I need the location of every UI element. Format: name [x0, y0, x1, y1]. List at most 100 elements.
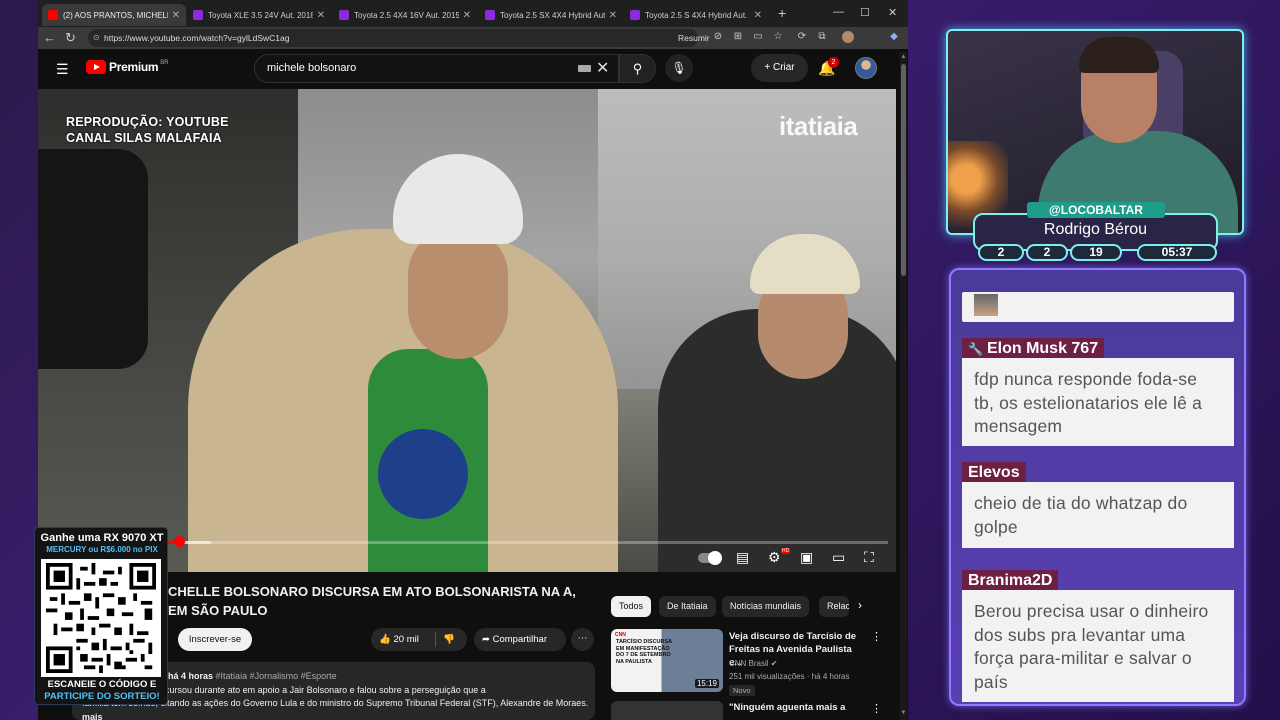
chip-todos[interactable]: Todos	[611, 596, 652, 617]
new-tab-icon[interactable]: +	[778, 5, 786, 21]
tab-youtube[interactable]: (2) AOS PRANTOS, MICHELLE BOLSONARO ✕	[42, 4, 186, 26]
install-icon[interactable]: ▭	[752, 31, 764, 43]
scroll-down-icon[interactable]: ▼	[900, 710, 907, 716]
share-icon: ➦	[482, 634, 490, 645]
page-scrollbar[interactable]: ▲ ▼	[900, 52, 907, 720]
sync-icon[interactable]: ⟳	[796, 31, 808, 43]
subscribe-button[interactable]: Inscrever-se	[178, 628, 252, 651]
qr-code	[41, 559, 161, 677]
like-button[interactable]: 👍 20 mil	[379, 628, 419, 651]
close-tab-icon[interactable]: ✕	[172, 10, 180, 21]
chat-message: fdp nunca responde foda-se tb, os esteli…	[962, 358, 1234, 446]
scroll-up-icon[interactable]: ▲	[900, 54, 907, 60]
share-button[interactable]: ➦ Compartilhar	[474, 628, 566, 651]
chat-panel: 🔧 Elon Musk 767 fdp nunca responde foda-s…	[949, 268, 1246, 706]
youtube-play-icon	[86, 60, 106, 74]
giveaway-overlay: Ganhe uma RX 9070 XT MERCURY ou R$6.000 …	[34, 527, 168, 705]
account-avatar[interactable]	[855, 57, 877, 79]
minimize-icon[interactable]: —	[833, 6, 844, 18]
show-more-link[interactable]: mais	[82, 711, 585, 720]
youtube-logo[interactable]: Premium BR	[86, 60, 169, 74]
translate-icon[interactable]: ⊘	[712, 31, 724, 43]
share-label: Compartilhar	[492, 634, 547, 645]
fullscreen-icon[interactable]: ⛶	[864, 549, 874, 566]
subtitles-icon[interactable]: ▤	[736, 549, 749, 566]
bookmark-star-icon[interactable]: ☆	[772, 31, 784, 43]
apps-icon[interactable]: ⊞	[732, 31, 744, 43]
reload-icon[interactable]: ↻	[65, 30, 76, 46]
related-video-thumbnail[interactable]	[611, 701, 723, 720]
scrollbar-thumb[interactable]	[901, 64, 906, 276]
theater-mode-icon[interactable]: ▭	[832, 549, 845, 566]
youtube-header: ☰ Premium BR michele bolsonaro ✕ ⚲ 🎙 + C…	[38, 49, 900, 89]
clear-search-icon[interactable]: ✕	[596, 58, 609, 78]
tab-toyota-1[interactable]: Toyota XLE 3.5 24V Aut. 2018 - 14 ✕	[187, 4, 331, 26]
stat-badge-1: 2	[978, 244, 1024, 261]
copilot-icon[interactable]: ◆	[888, 31, 900, 43]
giveaway-headline: Ganhe uma RX 9070 XT	[40, 532, 164, 544]
search-button[interactable]: ⚲	[619, 54, 656, 83]
like-count: 20 mil	[393, 634, 419, 645]
chip-relacionados[interactable]: Relac	[819, 596, 849, 617]
chat-message-partial	[962, 292, 1234, 322]
close-tab-icon[interactable]: ✕	[609, 10, 617, 21]
close-tab-icon[interactable]: ✕	[463, 10, 471, 21]
keyboard-icon[interactable]	[578, 65, 591, 72]
tab-bar: (2) AOS PRANTOS, MICHELLE BOLSONARO ✕ To…	[38, 0, 908, 27]
back-icon[interactable]: ←	[43, 30, 56, 45]
site-info-icon[interactable]: ⊙	[93, 29, 100, 47]
profile-icon[interactable]	[842, 31, 854, 43]
progress-bar[interactable]	[168, 541, 888, 544]
menu-icon[interactable]: ☰	[56, 61, 69, 78]
video-player[interactable]: REPRODUÇÃO: YOUTUBE CANAL SILAS MALAFAIA…	[38, 89, 896, 572]
related-video-thumbnail[interactable]: CNN TARCÍSIO DISCURSA EM MANIFESTAÇÃO DO…	[611, 629, 723, 692]
hashtags[interactable]: #Itatiaia #Jornalismo #Esporte	[216, 671, 337, 681]
related-video-stats: 251 mil visualizações · há 4 horas	[729, 672, 850, 681]
autoplay-toggle[interactable]	[698, 551, 722, 565]
video-options-icon[interactable]: ⋮	[871, 702, 882, 715]
related-video-title[interactable]: "Ninguém aguenta mais a	[729, 702, 869, 713]
tab-toyota-4[interactable]: Toyota 2.5 S 4X4 Hybrid Aut. 2019 ✕	[624, 4, 768, 26]
chip-de-itatiaia[interactable]: De Itatiaia	[659, 596, 716, 617]
chat-username-text: Elon Musk 767	[986, 340, 1099, 357]
voice-search-button[interactable]: 🎙	[665, 54, 693, 82]
olx-favicon-icon	[485, 10, 495, 20]
thumbs-up-icon: 👍	[379, 634, 391, 645]
maximize-icon[interactable]: ☐	[860, 6, 870, 19]
tab-toyota-2[interactable]: Toyota 2.5 4X4 16V Aut. 2015 - 14 ✕	[333, 4, 477, 26]
streamer-nameplate: @LOCOBALTAR Rodrigo Bérou 2 2 19 05:37	[973, 202, 1218, 264]
chat-username: 🔧 Elon Musk 767	[962, 338, 1105, 360]
video-speaker-cap	[393, 154, 523, 244]
tab-toyota-3[interactable]: Toyota 2.5 SX 4X4 Hybrid Aut. 2021 ✕	[479, 4, 623, 26]
hd-badge: HD	[781, 548, 791, 554]
url-field[interactable]: ⊙ https://www.youtube.com/watch?v=gylLdS…	[88, 29, 698, 47]
progress-scrubber[interactable]	[174, 536, 185, 547]
close-window-icon[interactable]: ✕	[888, 6, 897, 19]
resumir-button[interactable]: Resumir	[678, 33, 710, 43]
new-badge: Novo	[729, 685, 755, 696]
microphone-icon: 🎙	[671, 61, 687, 75]
logo-text: Premium	[109, 60, 159, 74]
more-actions-button[interactable]: ⋯	[571, 628, 594, 651]
settings-gear-icon[interactable]: ⚙	[768, 549, 781, 566]
youtube-favicon-icon	[48, 10, 58, 20]
like-separator	[435, 632, 436, 647]
related-video-channel[interactable]: CNN Brasil ✔	[729, 659, 778, 668]
tab-title: Toyota XLE 3.5 24V Aut. 2018 - 14	[208, 10, 313, 20]
extensions-icon[interactable]: ⧉	[816, 31, 828, 43]
chevron-right-icon[interactable]: ›	[858, 598, 862, 612]
chip-noticias-mundiais[interactable]: Notícias mundiais	[722, 596, 810, 617]
olx-favicon-icon	[339, 10, 349, 20]
tab-title: Toyota 2.5 SX 4X4 Hybrid Aut. 2021	[500, 10, 605, 20]
dislike-button[interactable]: 👎	[443, 628, 455, 651]
create-button[interactable]: + Criar	[751, 54, 808, 82]
giveaway-subline: MERCURY ou R$6.000 no PIX	[46, 545, 158, 554]
close-tab-icon[interactable]: ✕	[317, 10, 325, 21]
miniplayer-icon[interactable]: ▣	[800, 549, 813, 566]
tab-title: Toyota 2.5 S 4X4 Hybrid Aut. 2019	[645, 10, 750, 20]
chat-message: Berou precisa usar o dinheiro dos subs p…	[962, 590, 1234, 702]
chat-message: cheio de tia do whatzap do golpe	[962, 482, 1234, 548]
search-input[interactable]: michele bolsonaro	[254, 54, 619, 83]
close-tab-icon[interactable]: ✕	[754, 10, 762, 21]
video-options-icon[interactable]: ⋮	[871, 630, 882, 643]
